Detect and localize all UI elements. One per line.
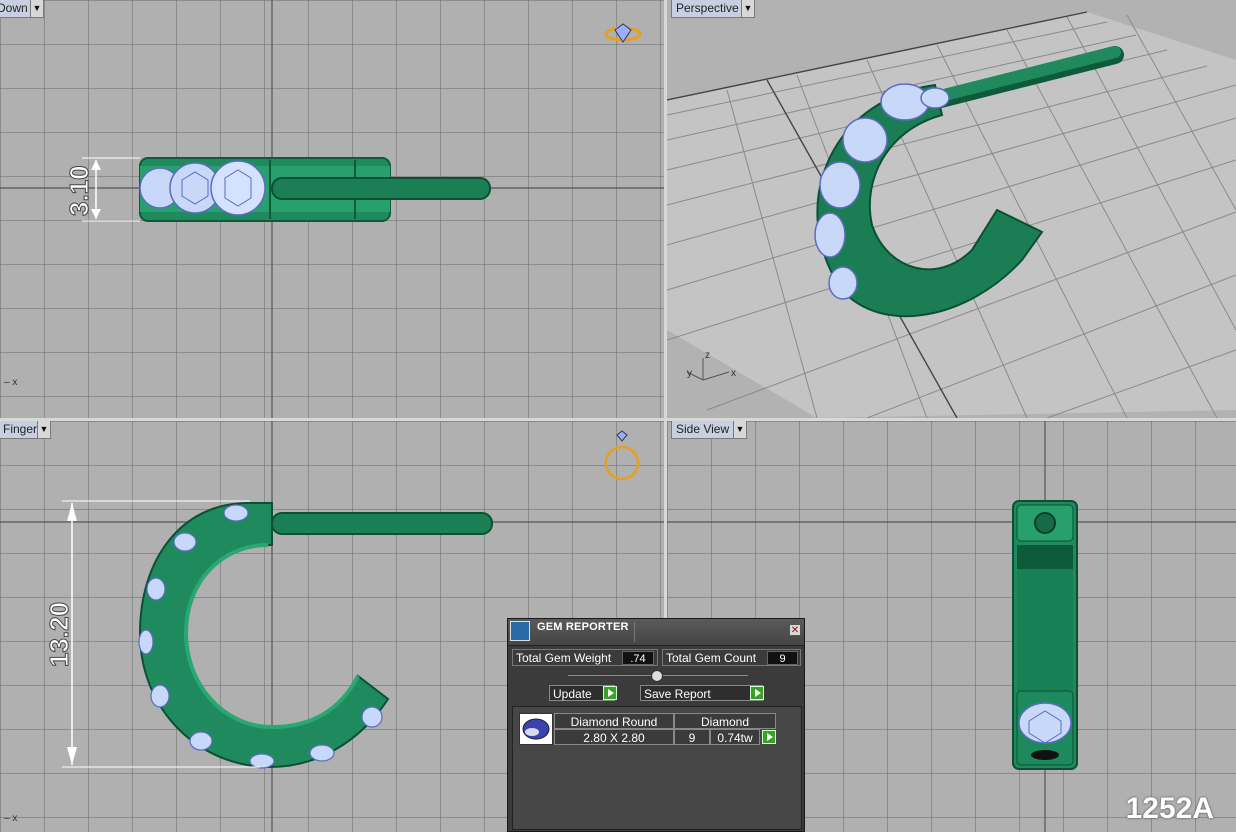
viewport-top[interactable]: Down ▼ 3.10 – x	[0, 0, 664, 418]
gem-size-cell[interactable]: 2.80 X 2.80	[554, 729, 674, 745]
perspective-grid	[667, 11, 1236, 418]
dimension-width-label: 13.20	[44, 602, 74, 667]
gem-count-cell[interactable]: 9	[674, 729, 710, 745]
axis-marker-front: – x	[4, 813, 17, 824]
axis-x-label: x	[731, 368, 736, 379]
viewport-perspective[interactable]: Perspective ▼ z x y	[667, 0, 1236, 418]
viewport-divider-horizontal[interactable]	[0, 418, 1236, 421]
post-end-side-view	[1034, 512, 1056, 534]
ring-front-icon[interactable]	[604, 430, 640, 481]
perspective-drawing: z x y	[667, 11, 1236, 418]
gem-shape-header: Diamond Round	[554, 713, 674, 729]
gem-reporter-panel: GEM REPORTER ✕ Total Gem Weight .74 Tota…	[507, 618, 805, 832]
total-gem-count-value: 9	[767, 651, 798, 665]
axis-y-label: y	[687, 368, 692, 379]
gem-size-slider-handle[interactable]	[651, 670, 663, 682]
gem-thumbnail-icon[interactable]	[519, 713, 553, 745]
axis-z-label: z	[705, 350, 710, 361]
gem-reporter-app-icon	[510, 621, 530, 641]
post-top-view	[271, 177, 491, 200]
ring-orientation-icon[interactable]	[604, 23, 642, 43]
close-icon[interactable]: ✕	[789, 624, 801, 636]
design-code: 1252A	[1125, 792, 1214, 825]
update-go-icon[interactable]	[603, 686, 617, 700]
gem-reporter-title: GEM REPORTER	[537, 621, 629, 633]
save-report-go-icon[interactable]	[750, 686, 764, 700]
dimension-height[interactable]: 3.10	[64, 157, 140, 222]
total-gem-weight-value: .74	[622, 651, 654, 665]
dimension-height-label: 3.10	[64, 165, 94, 216]
gem-reporter-titlebar[interactable]: GEM REPORTER ✕	[508, 619, 804, 646]
gem-list: Diamond Round Diamond 2.80 X 2.80 9 0.74…	[512, 706, 802, 830]
gem-row-top	[139, 160, 266, 216]
gem-row-go-icon[interactable]	[762, 730, 776, 744]
gem-material-header: Diamond	[674, 713, 776, 729]
save-report-button[interactable]: Save Report	[640, 685, 763, 701]
top-view-drawing: 3.10 – x	[0, 0, 664, 418]
gem-weight-cell[interactable]: 0.74tw	[710, 729, 760, 745]
axis-marker-top: – x	[4, 377, 17, 388]
post-front-view	[271, 512, 493, 535]
